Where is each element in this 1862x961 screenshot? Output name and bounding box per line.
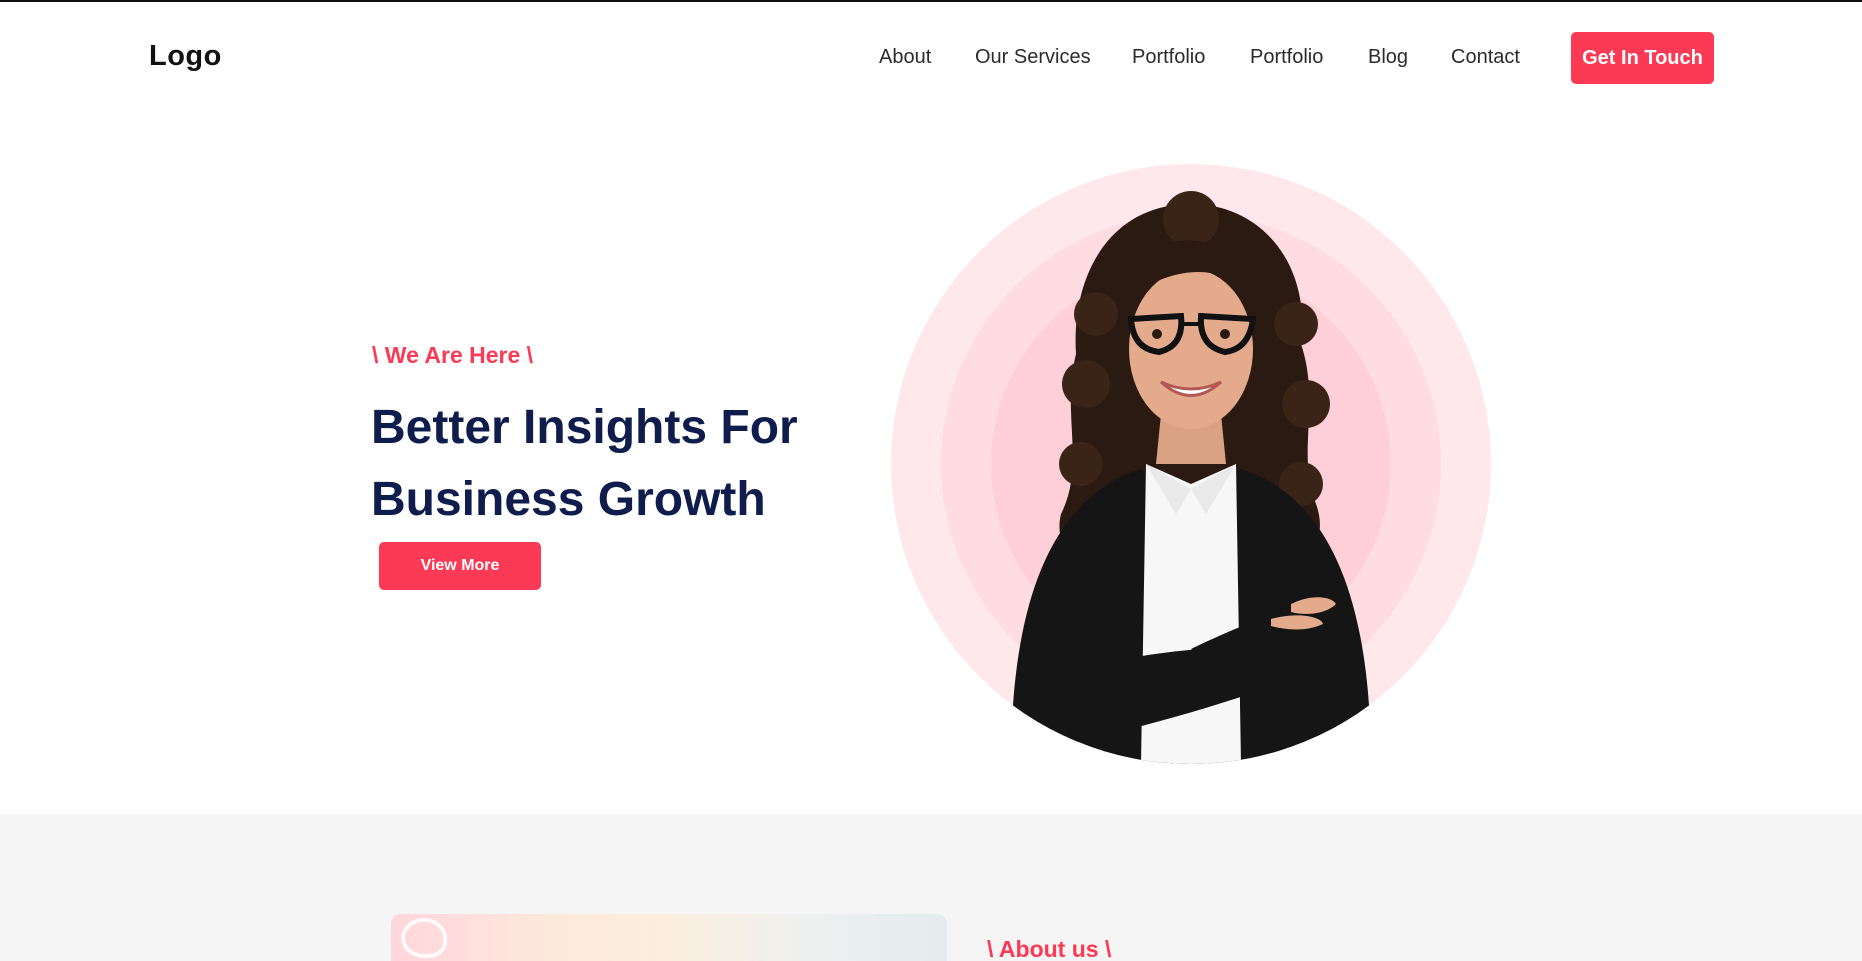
nav-item-blog[interactable]: Blog	[1368, 46, 1408, 69]
nav-item-portfolio[interactable]: Portfolio	[1132, 46, 1205, 69]
view-more-button[interactable]: View More	[379, 542, 541, 590]
about-section: \ About us \	[0, 814, 1862, 961]
site-header: Logo About Our Services Portfolio Portfo…	[0, 2, 1862, 114]
nav-item-contact[interactable]: Contact	[1451, 46, 1520, 69]
about-image	[391, 914, 947, 961]
hero-portrait	[891, 164, 1491, 764]
hero-headline-line-1: Better Insights For	[371, 401, 798, 454]
nav-item-portfolio-2[interactable]: Portfolio	[1250, 46, 1323, 69]
hero-section: \ We Are Here \ Better Insights For Busi…	[0, 114, 1862, 814]
decorative-shape-icon	[401, 918, 447, 958]
about-eyebrow: \ About us \	[987, 936, 1112, 961]
nav-item-our-services[interactable]: Our Services	[975, 46, 1091, 69]
hero-headline: Better Insights For Business Growth	[371, 392, 851, 536]
get-in-touch-button[interactable]: Get In Touch	[1571, 32, 1714, 84]
hero-headline-line-2: Business Growth	[371, 473, 766, 526]
businesswoman-illustration	[1011, 191, 1371, 764]
nav-item-about[interactable]: About	[879, 46, 931, 69]
hero-eyebrow: \ We Are Here \	[372, 342, 534, 368]
